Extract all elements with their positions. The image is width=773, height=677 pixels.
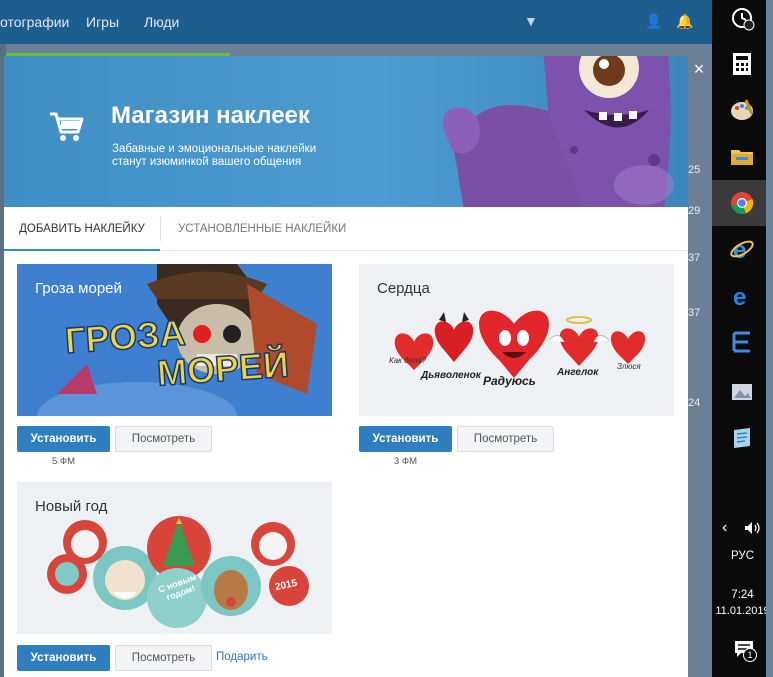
- svg-text:e: e: [733, 284, 746, 310]
- hearts-label-angel: Ангелок: [557, 367, 599, 378]
- modal-header: Магазин наклеек Забавные и эмоциональные…: [4, 56, 688, 207]
- view-button-hearts[interactable]: Посмотреть: [457, 426, 554, 452]
- sticker-card-pirate[interactable]: Гроза морей ГРОЗА МОРЕЙ: [17, 264, 332, 416]
- internet-explorer-icon[interactable]: e: [728, 235, 756, 263]
- newyear-sticker-art: [47, 516, 309, 628]
- price-pirate: 5 ФМ: [52, 456, 76, 467]
- file-explorer-icon[interactable]: [728, 142, 756, 170]
- app-e-icon[interactable]: [728, 328, 756, 356]
- sticker-store-modal: Магазин наклеек Забавные и эмоциональные…: [4, 56, 688, 677]
- svg-text:e: e: [733, 237, 746, 263]
- nav-photos[interactable]: отографии: [0, 14, 69, 30]
- edge-icon[interactable]: e: [728, 282, 756, 310]
- tab-divider: [160, 217, 161, 241]
- view-button-newyear[interactable]: Посмотреть: [115, 645, 212, 671]
- tab-add-sticker[interactable]: ДОБАВИТЬ НАКЛЕЙКУ: [4, 207, 160, 251]
- modal-subtitle: Забавные и эмоциональные наклейки станут…: [112, 143, 317, 168]
- desktop-edge-strip: [766, 0, 773, 677]
- hearts-label-happy: Радуюсь: [483, 374, 536, 388]
- sticker-card-hearts[interactable]: Сердца Как дела? Дьяволенок Радуюсь Анге…: [359, 264, 674, 416]
- background-number: 37: [688, 307, 701, 319]
- price-hearts: 3 ФМ: [394, 456, 418, 467]
- volume-icon[interactable]: [742, 518, 762, 538]
- diamond-icon[interactable]: ▼: [524, 13, 538, 29]
- view-button-pirate[interactable]: Посмотреть: [115, 426, 212, 452]
- sticker-title-pirate: Гроза морей: [35, 280, 122, 297]
- keyboard-language[interactable]: РУС: [712, 550, 773, 562]
- friends-icon[interactable]: 👤: [645, 13, 662, 30]
- background-number: 37: [688, 252, 701, 264]
- background-nav-bar: отографии Игры Люди ▼ 👤 🔔: [0, 0, 712, 44]
- nav-games[interactable]: Игры: [86, 14, 119, 30]
- chrome-icon[interactable]: [728, 189, 756, 217]
- background-number: 25: [688, 164, 701, 176]
- sticker-title-hearts: Сердца: [377, 280, 430, 297]
- alarm-clock-icon[interactable]: [728, 4, 756, 32]
- windows-taskbar: e e ‹ 1: [712, 0, 773, 677]
- install-button-pirate[interactable]: Установить: [17, 426, 110, 452]
- clock-time[interactable]: 7:24: [712, 589, 773, 601]
- gift-link-newyear[interactable]: Подарить: [216, 651, 268, 663]
- nav-people[interactable]: Люди: [144, 14, 179, 30]
- hearts-label-devil: Дьяволенок: [421, 370, 481, 381]
- install-button-newyear[interactable]: Установить: [17, 645, 110, 671]
- photos-app-icon[interactable]: [728, 378, 756, 406]
- hearts-label-angry: Злюся: [617, 362, 641, 371]
- paint-icon[interactable]: [728, 96, 756, 124]
- shopping-cart-icon: [50, 112, 84, 141]
- modal-title: Магазин наклеек: [111, 102, 310, 129]
- bell-icon[interactable]: 🔔: [676, 13, 693, 30]
- sticker-tabs: ДОБАВИТЬ НАКЛЕЙКУ УСТАНОВЛЕННЫЕ НАКЛЕЙКИ: [4, 207, 688, 251]
- clock-date[interactable]: 11.01.2019: [712, 605, 773, 617]
- install-button-hearts[interactable]: Установить: [359, 426, 452, 452]
- notes-app-icon[interactable]: [728, 424, 756, 452]
- show-hidden-icons-chevron-icon[interactable]: ‹: [722, 519, 727, 537]
- purple-monster-mascot: [443, 56, 674, 207]
- close-modal-button[interactable]: ×: [688, 58, 710, 80]
- calculator-icon[interactable]: [728, 50, 756, 78]
- tab-installed-stickers[interactable]: УСТАНОВЛЕННЫЕ НАКЛЕЙКИ: [178, 207, 346, 251]
- hearts-label-howareyou: Как дела?: [389, 356, 427, 365]
- background-number: 29: [688, 205, 701, 217]
- background-number: 24: [688, 397, 701, 409]
- sticker-card-newyear[interactable]: Новый год С новым годом! 2015: [17, 482, 332, 634]
- sticker-title-newyear: Новый год: [35, 498, 108, 515]
- notification-count-badge: 1: [743, 648, 757, 662]
